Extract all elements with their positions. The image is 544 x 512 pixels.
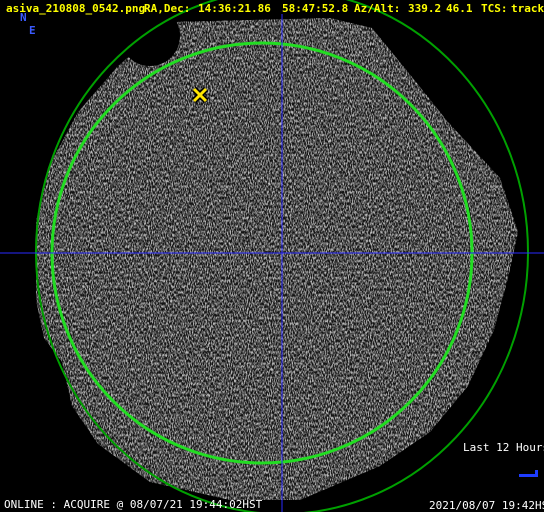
status-line: ONLINE : ACQUIRE @ 08/07/21 19:44:02HST (4, 498, 263, 511)
tcs-mode: track (511, 2, 544, 15)
radec-label: RA,Dec: (144, 2, 191, 15)
tcs-label: TCS: (481, 2, 508, 15)
history-track-end (535, 470, 538, 477)
dec-value: 58:47:52.8 (282, 2, 349, 15)
image-filename: asiva_210808_0542.png (6, 2, 146, 15)
image-timestamp: 2021/08/07 19:42HST (429, 499, 544, 512)
compass-east: E (29, 24, 36, 37)
compass-north: N (20, 11, 27, 24)
history-label: Last 12 Hours (463, 441, 544, 454)
azalt-label: Az/Alt: (354, 2, 401, 15)
target-x-icon (191, 86, 209, 104)
allsky-image (0, 0, 544, 512)
az-value: 339.2 (408, 2, 442, 15)
obstruction-mask (120, 6, 180, 66)
alt-value: 46.1 (446, 2, 473, 15)
ra-value: 14:36:21.86 (198, 2, 271, 15)
